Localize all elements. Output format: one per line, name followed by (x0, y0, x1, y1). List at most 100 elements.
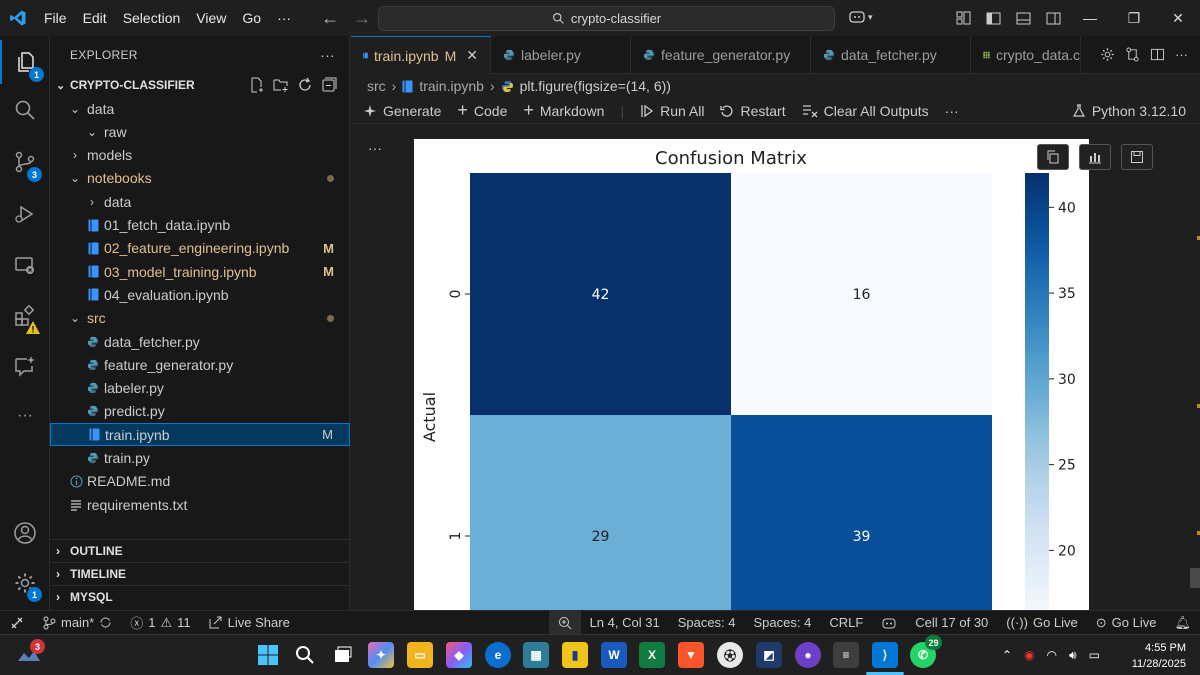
generate-button[interactable]: Generate (363, 103, 441, 119)
tree-item[interactable]: requirements.txt (50, 493, 350, 516)
tree-item[interactable]: 02_feature_engineering.ipynb M (50, 237, 350, 260)
timeline-section[interactable]: › TIMELINE (50, 562, 350, 585)
tab-5[interactable]: crypto_data.c (971, 36, 1081, 74)
outline-section[interactable]: › OUTLINE (50, 539, 350, 562)
copy-output-button[interactable] (1037, 144, 1069, 170)
source-control-activity[interactable]: 3 (0, 140, 50, 184)
line-ending[interactable]: CRLF (820, 611, 872, 635)
zoom-indicator[interactable] (548, 610, 581, 635)
battery-icon[interactable]: ▭ (1089, 648, 1100, 663)
more-activities-icon[interactable]: ··· (0, 394, 50, 438)
store-app[interactable]: ▦ (523, 642, 549, 668)
tree-item[interactable]: 01_fetch_data.ipynb (50, 214, 350, 237)
more-actions-icon[interactable]: ··· (1175, 47, 1188, 62)
go-live-button-1[interactable]: ((·)) Go Live (997, 611, 1086, 635)
breadcrumb-item[interactable]: train.ipynb (419, 78, 484, 94)
task-view-button[interactable] (330, 642, 356, 668)
whatsapp-app[interactable]: ✆ 29 (910, 635, 942, 668)
indentation-1[interactable]: Spaces: 4 (669, 611, 745, 635)
widgets-button[interactable]: 3 (16, 639, 45, 665)
run-all-button[interactable]: Run All (640, 103, 704, 119)
cursor-position[interactable]: Ln 4, Col 31 (581, 611, 669, 635)
branch-indicator[interactable]: main* (34, 611, 121, 635)
explorer-more-icon[interactable]: ··· (320, 47, 335, 63)
github-desktop-app[interactable]: ● (795, 642, 821, 668)
compare-changes-icon[interactable] (1125, 47, 1140, 62)
manage-activity[interactable]: 1 (0, 561, 50, 605)
save-output-button[interactable] (1121, 144, 1153, 170)
add-code-button[interactable]: + Code (457, 100, 507, 121)
run-debug-activity[interactable] (0, 192, 50, 236)
project-header[interactable]: ⌄ CRYPTO-CLASSIFIER (50, 74, 349, 96)
breadcrumb-item[interactable]: src (367, 78, 386, 94)
clock[interactable]: 4:55 PM 11/28/2025 (1132, 640, 1186, 672)
word-app[interactable]: W (601, 642, 627, 668)
add-markdown-button[interactable]: + Markdown (523, 100, 604, 121)
menu-selection[interactable]: Selection (115, 0, 189, 36)
tree-item[interactable]: ⌄ src (50, 307, 350, 330)
tree-item[interactable]: data_fetcher.py (50, 330, 350, 353)
open-plot-viewer-button[interactable] (1079, 144, 1111, 170)
menu-file[interactable]: File (36, 0, 75, 36)
menu-edit[interactable]: Edit (75, 0, 115, 36)
live-share-button[interactable]: Live Share (200, 611, 299, 635)
menu-go[interactable]: Go (234, 0, 269, 36)
tree-item[interactable]: train.ipynb M (50, 423, 350, 447)
tree-item[interactable]: ⌄ data (50, 97, 350, 120)
edge-app[interactable]: e (485, 642, 511, 668)
tab-1[interactable]: train.ipynb M ✕ (351, 36, 491, 74)
menu-more[interactable]: ··· (269, 0, 299, 36)
toggle-primary-sidebar-icon[interactable] (978, 0, 1008, 36)
minimize-icon[interactable]: — (1068, 0, 1112, 36)
copilot-button[interactable]: ▾ (848, 9, 873, 25)
tree-item[interactable]: ⌄ notebooks (50, 167, 350, 190)
scrollbar-thumb[interactable] (1190, 568, 1200, 588)
extensions-activity[interactable]: ! (0, 294, 50, 338)
restore-icon[interactable]: ❐ (1112, 0, 1156, 36)
canva-app[interactable]: ◆ (446, 642, 472, 668)
kernel-picker[interactable]: Python 3.12.10 (1072, 103, 1186, 119)
close-icon[interactable]: ✕ (1156, 0, 1200, 36)
toggle-secondary-sidebar-icon[interactable] (1038, 0, 1068, 36)
tree-item[interactable]: › models (50, 144, 350, 167)
soccer-app[interactable]: ⚽︎ (717, 642, 743, 668)
search-activity[interactable] (0, 88, 50, 132)
back-arrow-icon[interactable]: ← (321, 8, 339, 29)
tree-item[interactable]: ⌄ raw (50, 120, 350, 143)
explorer-activity[interactable]: 1 (0, 40, 50, 84)
notifications-bell-icon[interactable]: 🔔︎ (1165, 611, 1200, 635)
chat-activity[interactable] (0, 344, 50, 388)
clear-outputs-button[interactable]: Clear All Outputs (802, 103, 929, 119)
accounts-activity[interactable] (0, 511, 50, 555)
tree-item[interactable]: feature_generator.py (50, 353, 350, 376)
command-center-search[interactable]: crypto-classifier (378, 6, 835, 31)
tab-4[interactable]: data_fetcher.py (811, 36, 971, 74)
notepad-app[interactable]: ≡ (833, 642, 859, 668)
brave-app[interactable]: ▼ (678, 642, 704, 668)
collapse-all-icon[interactable] (321, 77, 337, 93)
forward-arrow-icon[interactable]: → (353, 8, 371, 29)
tree-item[interactable]: labeler.py (50, 377, 350, 400)
excel-app[interactable]: X (639, 642, 665, 668)
volume-icon[interactable]: 🔊︎ (1069, 648, 1077, 663)
taskbar-search-button[interactable] (292, 642, 318, 668)
wifi-icon[interactable]: ◠ (1047, 648, 1057, 663)
copilot-app[interactable]: ✦ (368, 642, 394, 668)
cell-more-icon[interactable]: ··· (368, 140, 382, 156)
tray-chevron-up-icon[interactable]: ⌃ (1002, 648, 1012, 663)
refresh-icon[interactable] (297, 77, 313, 93)
tree-item[interactable]: predict.py (50, 400, 350, 423)
ssms-app[interactable]: ◩ (756, 642, 782, 668)
tree-item[interactable]: › data (50, 190, 350, 213)
restart-button[interactable]: Restart (720, 103, 786, 119)
new-folder-icon[interactable] (273, 77, 289, 93)
customize-layout-icon[interactable] (948, 0, 978, 36)
go-live-button-2[interactable]: ⊙ Go Live (1087, 611, 1166, 635)
power-bi-app[interactable]: ▮ (562, 642, 588, 668)
start-button[interactable] (255, 642, 281, 668)
tree-item[interactable]: 03_model_training.ipynb M (50, 260, 350, 283)
tree-item[interactable]: README.md (50, 470, 350, 493)
problems-indicator[interactable]: ⓧ 1 ⚠ 11 (121, 611, 199, 635)
tree-item[interactable]: 04_evaluation.ipynb (50, 283, 350, 306)
tree-item[interactable]: train.py (50, 447, 350, 470)
